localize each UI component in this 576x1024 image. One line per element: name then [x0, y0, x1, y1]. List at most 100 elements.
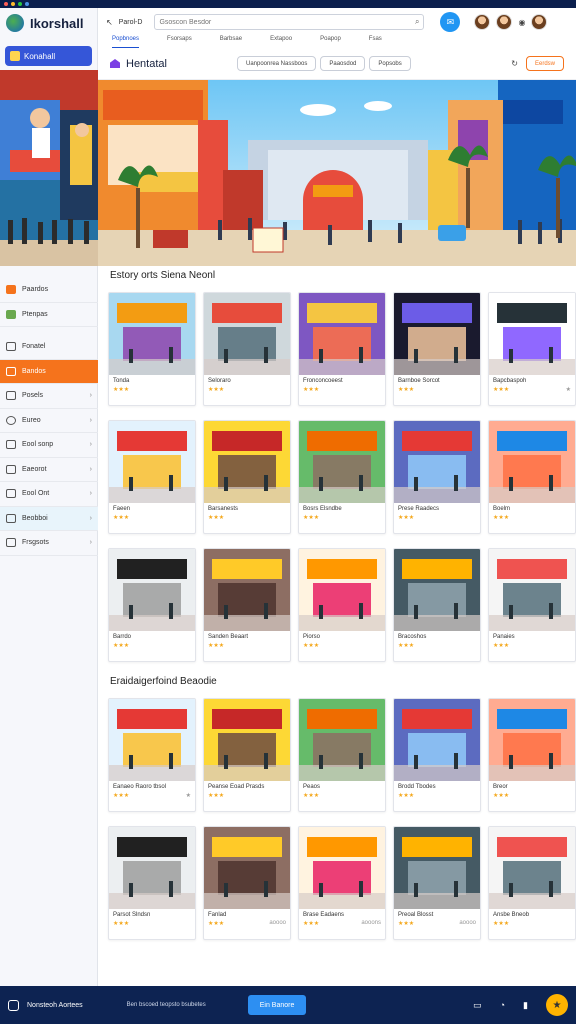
rating-stars-icon: ★★★: [113, 515, 130, 521]
sidebar-item-9[interactable]: Beobboi ›: [0, 506, 98, 531]
tab-4[interactable]: Poapop: [320, 36, 341, 48]
chevron-right-icon: ›: [89, 416, 92, 424]
product-card[interactable]: Boelm ★★★: [488, 420, 576, 534]
tag-icon: [6, 366, 16, 376]
sidebar-item-0[interactable]: Paardos: [0, 278, 98, 303]
tab-0[interactable]: Popbnoes: [112, 36, 140, 48]
product-card[interactable]: Sanden Beaart ★★★: [203, 548, 291, 662]
sidebar-item-7[interactable]: Eaeorot ›: [0, 458, 98, 482]
reward-icon[interactable]: ★: [546, 994, 568, 1016]
sidebar-promo-button[interactable]: Konahall: [5, 46, 92, 66]
search-icon[interactable]: ⌕: [415, 17, 419, 27]
bottom-action-button[interactable]: Ein Banore: [247, 995, 307, 1015]
globe-logo-icon: [6, 14, 24, 32]
product-card[interactable]: Barnboe Sorcot ★★★: [393, 292, 481, 406]
product-card[interactable]: Peanse Eoad Prasds ★★★: [203, 698, 291, 812]
product-card[interactable]: Barsanests ★★★: [203, 420, 291, 534]
filter-pill-2[interactable]: Popsobs: [369, 56, 411, 71]
product-image: [394, 293, 480, 375]
product-name: Panaies: [493, 634, 515, 640]
cta-button[interactable]: Eerdsw: [525, 56, 564, 71]
product-card[interactable]: Parsot Slndsn ★★★: [108, 826, 196, 940]
avatar[interactable]: [531, 14, 548, 30]
product-image: [489, 827, 575, 909]
product-card[interactable]: Preoal Blosst ★★★ aoooo: [393, 826, 481, 940]
product-card[interactable]: Panaies ★★★: [488, 548, 576, 662]
extra-dot-icon: [25, 2, 29, 6]
bottom-label: Nonsteoh Aortees: [27, 1001, 83, 1009]
product-image: [299, 421, 385, 503]
product-card[interactable]: Fanlad ★★★ aoooo: [203, 826, 291, 940]
product-card[interactable]: Piorso ★★★: [298, 548, 386, 662]
product-card[interactable]: Bosrs Elsndbe ★★★: [298, 420, 386, 534]
tab-3[interactable]: Extapoo: [270, 36, 292, 48]
rating: ★★★: [204, 512, 290, 523]
search-input[interactable]: [159, 18, 415, 26]
sidebar-item-1[interactable]: Ptenpas: [0, 303, 98, 327]
product-name: Breor: [493, 784, 508, 790]
product-card[interactable]: Eanaeo Raoro tbsol ★★★ ★: [108, 698, 196, 812]
sidebar-item-5[interactable]: Eureo ›: [0, 409, 98, 433]
minimize-dot-icon[interactable]: [11, 2, 15, 6]
sidebar-item-10[interactable]: Frsgsots ›: [0, 531, 98, 556]
product-image: [489, 293, 575, 375]
product-image: [109, 421, 195, 503]
product-name: Prese Raadecs: [398, 506, 440, 512]
sidebar-item-label: Eool Ont: [22, 490, 50, 498]
chevron-right-icon: ›: [89, 490, 92, 498]
page-title: Hentatal: [126, 57, 167, 70]
product-card[interactable]: Brase Eadaens ★★★ aooons: [298, 826, 386, 940]
tab-2[interactable]: Barbsae: [220, 36, 242, 48]
chat-icon[interactable]: [8, 999, 19, 1011]
sidebar-item-3[interactable]: Bandos: [0, 359, 98, 384]
product-card[interactable]: Bapcbaspoh ★★★ ★: [488, 292, 576, 406]
tab-5[interactable]: Fsas: [369, 36, 382, 48]
rating: ★★★: [489, 918, 575, 929]
back-arrow-icon[interactable]: ↖: [106, 18, 113, 27]
product-card[interactable]: Ansbe Bneob ★★★: [488, 826, 576, 940]
chart-icon: [6, 513, 16, 523]
sidebar-promo-label: Konahall: [24, 51, 56, 61]
product-image: [394, 699, 480, 781]
sidebar-item-6[interactable]: Eool sonp ›: [0, 433, 98, 458]
product-card[interactable]: Fronconcoeest ★★★: [298, 292, 386, 406]
battery-icon[interactable]: ▭: [473, 1000, 482, 1011]
filter-pill-0[interactable]: Uanpoonrea Nassboos: [236, 56, 317, 71]
product-card[interactable]: Bracoshos ★★★: [393, 548, 481, 662]
brand[interactable]: Ikorshall: [0, 8, 97, 38]
product-card[interactable]: Faeen ★★★: [108, 420, 196, 534]
product-name: Bracoshos: [398, 634, 427, 640]
avatar[interactable]: [496, 14, 513, 30]
rating: ★★★: [299, 790, 385, 801]
close-dot-icon[interactable]: [4, 2, 8, 6]
phone-icon[interactable]: ▮: [523, 1000, 528, 1011]
menu-label[interactable]: Parol-D: [119, 19, 143, 26]
product-card[interactable]: Prese Raadecs ★★★: [393, 420, 481, 534]
product-name: Bapcbaspoh: [493, 378, 527, 384]
sidebar-item-4[interactable]: Posels ›: [0, 384, 98, 409]
product-image: [489, 699, 575, 781]
refresh-icon[interactable]: ↻: [511, 59, 518, 68]
product-name: Barrdo: [113, 634, 132, 640]
folder-icon: [6, 440, 16, 450]
product-card[interactable]: Peaos ★★★: [298, 698, 386, 812]
app-name: Ikorshall: [30, 15, 84, 31]
product-card[interactable]: Seloraro ★★★: [203, 292, 291, 406]
filter-pill-1[interactable]: Paaosdod: [320, 56, 366, 71]
notification-button[interactable]: ✉: [440, 12, 461, 32]
product-name: Faeen: [113, 506, 131, 512]
product-card[interactable]: Breor ★★★: [488, 698, 576, 812]
rating-stars-icon: ★★★: [113, 793, 130, 799]
help-icon[interactable]: ◉: [518, 18, 525, 27]
sidebar-item-2[interactable]: Fonatel: [0, 335, 98, 360]
chevron-right-icon: ›: [89, 392, 92, 400]
sidebar-item-8[interactable]: Eool Ont ›: [0, 482, 98, 507]
avatar[interactable]: [474, 14, 491, 30]
product-card[interactable]: Tonda ★★★: [108, 292, 196, 406]
rating: ★★★: [299, 512, 385, 523]
headset-icon[interactable]: ◔: [500, 1000, 505, 1010]
product-card[interactable]: Barrdo ★★★: [108, 548, 196, 662]
product-card[interactable]: Brodd Tbodes ★★★: [393, 698, 481, 812]
maximize-dot-icon[interactable]: [18, 2, 22, 6]
tab-1[interactable]: Fsorsaps: [167, 36, 192, 48]
